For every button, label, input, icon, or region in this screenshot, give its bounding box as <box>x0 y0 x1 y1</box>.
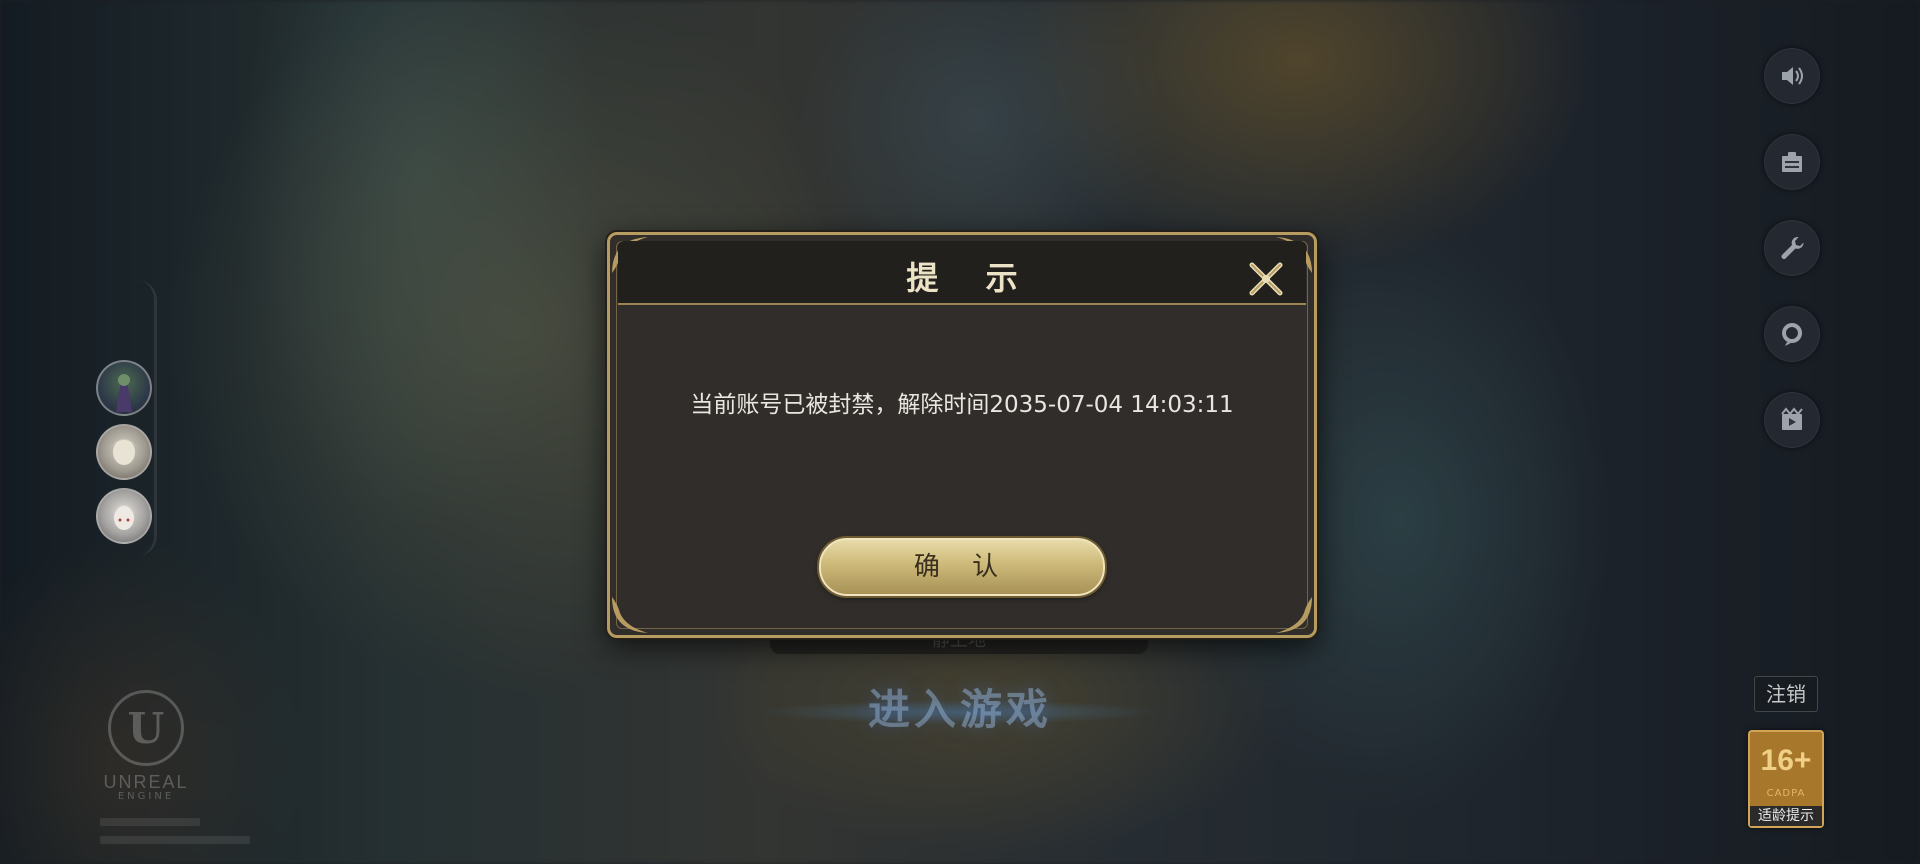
character-silhouette-icon <box>116 374 132 412</box>
age-rating-org: CADPA <box>1766 788 1806 799</box>
sound-toggle-button[interactable] <box>1764 48 1820 104</box>
version-line <box>100 836 250 844</box>
repair-button[interactable] <box>1764 220 1820 276</box>
ban-message: 当前账号已被封禁，解除时间2035-07-04 14:03:11 <box>690 392 1234 418</box>
close-button[interactable] <box>1244 257 1288 301</box>
unreal-name: UNREAL <box>103 772 189 792</box>
corner-ornament-icon <box>1276 597 1312 633</box>
dialog-title: 提 示 <box>906 259 1036 297</box>
character-face-icon <box>110 439 138 465</box>
version-line <box>100 818 200 826</box>
age-rating-hint: 适龄提示 <box>1750 806 1822 826</box>
unreal-engine-logo: U UNREAL ENGINE <box>98 690 194 802</box>
character-avatar-1[interactable] <box>96 360 152 416</box>
video-icon <box>1781 407 1803 430</box>
age-rating: 16+ <box>1760 744 1812 777</box>
logout-button[interactable]: 注销 <box>1754 676 1818 712</box>
announcement-button[interactable] <box>1764 134 1820 190</box>
wrench-icon <box>1781 236 1804 259</box>
ban-notice-dialog: 提 示 当前账号已被封禁，解除时间2035-07-04 14:03:11 确 认 <box>607 232 1317 638</box>
enter-game-button[interactable]: 进入游戏 <box>700 676 1220 737</box>
notice-board-icon <box>1782 152 1802 172</box>
dialog-header: 提 示 <box>618 241 1306 305</box>
character-avatar-3[interactable] <box>96 488 152 544</box>
speaker-icon <box>1782 67 1803 85</box>
customer-service-button[interactable] <box>1764 306 1820 362</box>
character-face-icon <box>110 505 138 530</box>
customer-service-icon <box>1782 323 1803 346</box>
character-avatar-2[interactable] <box>96 424 152 480</box>
video-button[interactable] <box>1764 392 1820 448</box>
corner-ornament-icon <box>612 597 648 633</box>
confirm-button[interactable]: 确 认 <box>819 538 1105 596</box>
unreal-u-icon: U <box>108 690 184 766</box>
close-icon <box>1249 262 1283 296</box>
age-rating-badge[interactable]: 16+ CADPA 适龄提示 <box>1748 730 1824 828</box>
